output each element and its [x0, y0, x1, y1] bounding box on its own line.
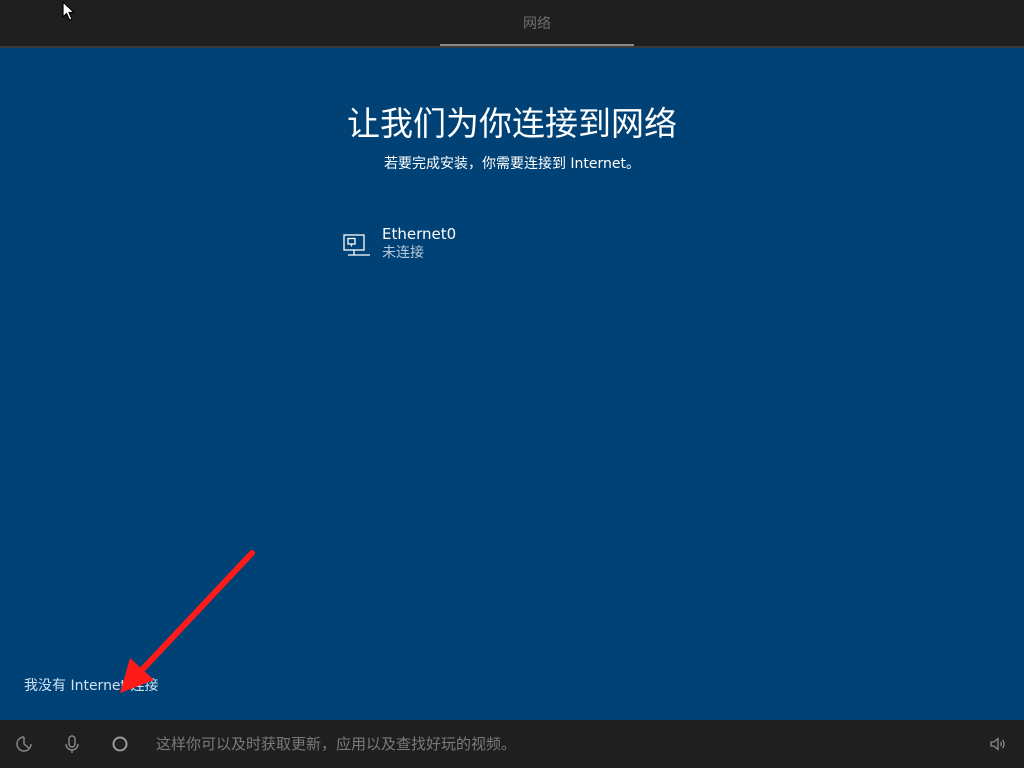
cortana-prompt-text: 这样你可以及时获取更新，应用以及查找好玩的视频。	[156, 735, 517, 753]
ethernet-icon	[343, 234, 371, 258]
ease-of-access-icon[interactable]	[14, 734, 34, 754]
page-subtitle: 若要完成安装，你需要连接到 Internet。	[383, 156, 641, 172]
top-bar: 网络	[0, 0, 1024, 48]
taskbar: 这样你可以及时获取更新，应用以及查找好玩的视频。	[0, 720, 1024, 768]
page-title: 让我们为你连接到网络	[347, 104, 677, 143]
no-internet-link[interactable]: 我没有 Internet 连接	[24, 676, 159, 696]
microphone-icon[interactable]	[62, 734, 82, 754]
network-status: 未连接	[382, 245, 424, 261]
mouse-cursor-icon	[62, 1, 76, 25]
main-content: 让我们为你连接到网络 若要完成安装，你需要连接到 Internet。 Ether…	[0, 48, 1024, 720]
network-item-ethernet0[interactable]: Ethernet0 未连接	[340, 222, 600, 268]
network-name: Ethernet0	[382, 225, 457, 243]
tab-network: 网络	[440, 0, 634, 46]
volume-icon[interactable]	[988, 734, 1008, 754]
cortana-icon[interactable]	[110, 734, 130, 754]
